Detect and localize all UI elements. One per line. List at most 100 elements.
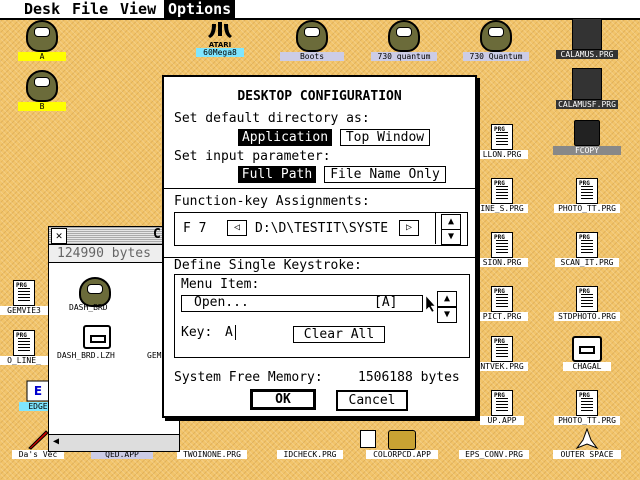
drive-b-icon[interactable]: B [0, 70, 84, 111]
fcopy-label: FCOPY [553, 146, 621, 155]
calamus-logo-icon [572, 18, 602, 50]
dialog-title: DESKTOP CONFIGURATION [237, 89, 402, 104]
application-option[interactable]: Application [238, 129, 332, 146]
menu-item-down-icon[interactable]: ▼ [437, 307, 457, 323]
desktop-configuration-dialog: DESKTOP CONFIGURATION Set default direct… [162, 75, 477, 418]
free-memory-value: 1506188 bytes [358, 370, 460, 385]
chagal-icon[interactable]: CHAGAL [545, 336, 629, 371]
clear-all-button[interactable]: Clear All [293, 326, 385, 343]
fkey-name: F 7 [183, 221, 207, 236]
photo-tt-prg-label: PHOTO_TT.PRG [554, 204, 620, 213]
calamusf-label: CALAMUSF.PRG [556, 100, 618, 109]
drive-window[interactable]: ✕ C 124990 bytes DASH_BRD DASH_BRD.LZH G… [48, 226, 180, 452]
drive-a-icon[interactable]: A [0, 20, 84, 61]
window-title: C [153, 227, 161, 242]
resize-handle-icon[interactable] [360, 430, 376, 448]
menu-item-field[interactable]: Open... [A] [181, 295, 423, 312]
atari-drive-icon[interactable]: ATARI 60Mega8 [178, 20, 262, 57]
fkey-box: F 7 ◁ D:\D\TESTIT\SYSTE ▷ ▲ ▼ [174, 212, 468, 246]
up-app-label: UP.APP [480, 416, 524, 425]
menu-view[interactable]: View [116, 0, 160, 18]
photo-tt-prg-2-label: PHOTO_TT.PRG [554, 416, 620, 425]
atari-drive-label: 60Mega8 [196, 48, 244, 57]
archive-file-icon[interactable] [83, 325, 111, 349]
twoinone-prg-icon[interactable]: TWOINONE.PRG [170, 430, 254, 459]
cancel-button[interactable]: Cancel [336, 390, 408, 411]
twoinone-prg-label: TWOINONE.PRG [177, 450, 247, 459]
oline-label: O_LINE_ [0, 356, 50, 365]
menu-item-up-icon[interactable]: ▲ [437, 291, 457, 307]
close-icon[interactable]: ✕ [51, 228, 67, 244]
eps-conv-prg-icon[interactable]: EPS_CONV.PRG [452, 430, 536, 459]
quantum-a-drive-icon[interactable]: 730 quantum [362, 20, 446, 61]
stdphoto-prg-icon[interactable]: STDPHOTO.PRG [545, 286, 629, 321]
boots-drive-icon[interactable]: Boots [270, 20, 354, 61]
keystroke-box: Menu Item: Open... [A] ▲ ▼ Key: A Clear … [174, 274, 470, 358]
menu-file[interactable]: File [68, 0, 112, 18]
quantum-b-drive-label: 730 Quantum [463, 52, 529, 61]
file-name-only-option[interactable]: File Name Only [324, 166, 446, 183]
dash-brd-label: DASH_BRD [69, 303, 108, 312]
chagal-label: CHAGAL [563, 362, 611, 371]
gemview-label: GEMVIE3 [0, 306, 50, 315]
menu-item-key: [A] [374, 295, 398, 310]
fkey-down-icon[interactable]: ▼ [441, 229, 461, 245]
ntvek-prg-label: NTVEK.PRG [476, 362, 528, 371]
menu-bar: Desk File View Options [0, 0, 640, 20]
sion-prg-label: SION.PRG [476, 258, 528, 267]
window-title-bar[interactable]: ✕ C [49, 227, 179, 245]
spaceship-icon [575, 427, 599, 450]
fcopy-icon[interactable]: FCOPY [545, 120, 629, 155]
fkey-value: D:\D\TESTIT\SYSTE [255, 221, 389, 236]
scan-it-prg-label: SCAN_IT.PRG [555, 258, 619, 267]
edge-logo-icon: E [26, 380, 50, 402]
fkey-up-icon[interactable]: ▲ [441, 214, 461, 230]
dash-brd-lzh-label: DASH_BRD.LZH [57, 351, 115, 360]
quantum-b-drive-icon[interactable]: 730 Quantum [454, 20, 538, 61]
atari-logo-icon: ATARI [206, 20, 234, 49]
svg-text:ATARI: ATARI [209, 41, 232, 48]
input-param-label: Set input parameter: [174, 149, 331, 164]
calamus-icon[interactable]: CALAMUS.PRG [545, 18, 629, 59]
full-path-option[interactable]: Full Path [238, 166, 316, 183]
ine-s-prg-label: INE_S.PRG [476, 204, 528, 213]
boots-drive-label: Boots [280, 52, 344, 61]
colorpcd-app-label: COLORPCD.APP [366, 450, 438, 459]
scan-it-prg-icon[interactable]: SCAN_IT.PRG [545, 232, 629, 267]
key-label: Key: [181, 325, 213, 340]
scroll-left-icon[interactable]: ◀ [53, 436, 59, 447]
calamus-label: CALAMUS.PRG [556, 50, 618, 59]
quantum-a-drive-label: 730 quantum [371, 52, 437, 61]
window-info-line: 124990 bytes [49, 245, 179, 263]
key-input[interactable]: A [225, 325, 236, 340]
mouse-pointer-icon [425, 295, 436, 313]
gem-label: GEM [147, 351, 162, 360]
photo-tt-prg-icon[interactable]: PHOTO_TT.PRG [545, 178, 629, 213]
fkey-prev-icon[interactable]: ◁ [227, 220, 247, 236]
idcheck-prg-label: IDCHECK.PRG [277, 450, 343, 459]
free-memory-label: System Free Memory: [174, 370, 323, 385]
ok-button[interactable]: OK [250, 389, 316, 410]
fkey-next-icon[interactable]: ▷ [399, 220, 419, 236]
pict-prg-label: PICT.PRG [476, 312, 528, 321]
camera-icon [388, 430, 416, 450]
outer-space-icon[interactable]: OUTER SPACE [545, 427, 629, 459]
drive-a-label: A [18, 52, 66, 61]
divider [164, 188, 475, 189]
idcheck-prg-icon[interactable]: IDCHECK.PRG [268, 430, 352, 459]
menu-desk[interactable]: Desk [20, 0, 64, 18]
calamusf-logo-icon [572, 68, 602, 100]
calamusf-icon[interactable]: CALAMUSF.PRG [545, 68, 629, 109]
outer-space-label: OUTER SPACE [553, 450, 621, 459]
keystroke-label: Define Single Keystroke: [174, 258, 362, 273]
fkey-label: Function-key Assignments: [174, 194, 370, 209]
menu-item-value: Open... [194, 295, 249, 310]
top-window-option[interactable]: Top Window [340, 129, 430, 146]
menu-options[interactable]: Options [164, 0, 236, 18]
stdphoto-prg-label: STDPHOTO.PRG [554, 312, 620, 321]
svg-text:E: E [34, 384, 42, 398]
horizontal-scrollbar[interactable]: ◀ [49, 434, 179, 451]
eps-conv-prg-label: EPS_CONV.PRG [459, 450, 529, 459]
photo-tt-prg-2-icon[interactable]: PHOTO_TT.PRG [545, 390, 629, 425]
llon-prg-label: LLON.PRG [476, 150, 528, 159]
